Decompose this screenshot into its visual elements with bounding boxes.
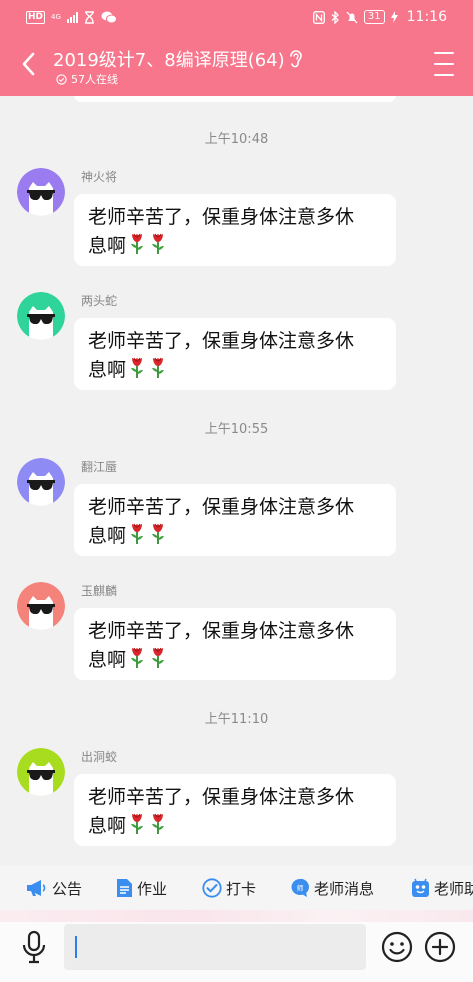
cat-sunglasses-avatar-icon — [17, 582, 65, 630]
message-text-line2: 息啊 — [88, 525, 127, 547]
avatar[interactable] — [17, 292, 65, 340]
decorative-band — [0, 910, 473, 922]
teacher-assistant-icon — [412, 878, 429, 897]
sender-name: 两头蛇 — [81, 294, 118, 308]
message-text-line2: 息啊 — [88, 815, 127, 837]
teacher-message-button[interactable]: 师 老师消息 — [290, 866, 374, 910]
checkin-label: 打卡 — [226, 879, 257, 898]
mute-bell-icon — [346, 11, 358, 23]
message-bubble[interactable]: 老师辛苦了，保重身体注意多休 息啊 — [74, 194, 396, 266]
wechat-icon — [101, 11, 117, 23]
message-item: 玉麒麟 老师辛苦了，保重身体注意多休 息啊 — [0, 582, 473, 700]
battery-icon: 31 — [363, 10, 385, 24]
header: HD 4G 31 11:16 2019级计7、8编译原理(64) 57人在线 — [0, 0, 473, 96]
sender-name: 翻江蜃 — [81, 460, 118, 474]
message-bubble[interactable]: 老师辛苦了，保重身体注意多休 息啊 — [74, 774, 396, 846]
homework-label: 作业 — [137, 879, 168, 898]
checkin-button[interactable]: 打卡 — [202, 866, 256, 910]
sender-name: 神火将 — [81, 170, 118, 184]
previous-message-bubble — [74, 96, 396, 102]
group-title: 2019级计7、8编译原理(64) — [53, 50, 285, 71]
avatar[interactable] — [17, 748, 65, 796]
avatar[interactable] — [17, 582, 65, 630]
message-input[interactable] — [64, 924, 366, 970]
message-bubble[interactable]: 老师辛苦了，保重身体注意多休 息啊 — [74, 318, 396, 390]
time-separator: 上午10:48 — [204, 132, 269, 147]
announcement-button[interactable]: 公告 — [26, 866, 82, 910]
homework-button[interactable]: 作业 — [116, 866, 167, 910]
message-text-line2: 息啊 — [88, 359, 127, 381]
chat-list[interactable]: 上午10:48 神火将 老师辛苦了，保重身体注意多休 息啊 两头蛇 老师辛苦了，… — [0, 96, 473, 866]
cat-sunglasses-avatar-icon — [17, 458, 65, 506]
rose-icon — [126, 233, 168, 257]
menu-button[interactable] — [434, 52, 460, 76]
message-item: 翻江蜃 老师辛苦了，保重身体注意多休 息啊 — [0, 458, 473, 576]
time-separator: 上午10:55 — [204, 422, 269, 437]
rose-icon — [126, 357, 168, 381]
voice-button[interactable] — [20, 930, 48, 964]
svg-text:师: 师 — [297, 884, 304, 893]
megaphone-icon — [27, 880, 46, 896]
message-text-line2: 息啊 — [88, 649, 127, 671]
message-text: 老师辛苦了，保重身体注意多休 — [88, 620, 355, 642]
status-bar-left: HD 4G — [26, 10, 117, 24]
rose-icon — [126, 813, 168, 837]
message-text: 老师辛苦了，保重身体注意多休 — [88, 330, 355, 352]
online-status-icon — [56, 73, 67, 85]
status-bar: HD 4G 31 11:16 — [0, 0, 473, 34]
bluetooth-icon — [331, 10, 339, 24]
input-bar — [0, 910, 473, 982]
rose-icon — [126, 523, 168, 547]
message-text: 老师辛苦了，保重身体注意多休 — [88, 206, 355, 228]
time-separator: 上午11:10 — [204, 712, 269, 727]
hd-badge: HD — [26, 10, 46, 24]
cat-sunglasses-avatar-icon — [17, 168, 65, 216]
teacher-message-icon: 师 — [291, 878, 309, 897]
message-text: 老师辛苦了，保重身体注意多休 — [88, 786, 355, 808]
sender-name: 出洞蛟 — [81, 750, 118, 764]
quick-action-bar: 公告 作业 打卡 师 老师消息 老师助 — [0, 866, 473, 910]
network-type: 4G — [51, 12, 61, 21]
teacher-message-label: 老师消息 — [314, 879, 375, 898]
message-item: 神火将 老师辛苦了，保重身体注意多休 息啊 — [0, 168, 473, 286]
sender-name: 玉麒麟 — [81, 584, 118, 598]
status-bar-right: 31 11:16 — [312, 9, 447, 25]
rose-icon — [126, 647, 168, 671]
signal-icon — [66, 11, 78, 23]
microphone-icon — [22, 930, 46, 964]
text-cursor — [75, 936, 77, 958]
teacher-assistant-label: 老师助 — [434, 879, 473, 898]
online-count: 57人在线 — [56, 71, 118, 87]
message-bubble[interactable]: 老师辛苦了，保重身体注意多休 息啊 — [74, 608, 396, 680]
back-button[interactable] — [14, 48, 42, 80]
clock-time: 11:16 — [406, 9, 447, 25]
document-icon — [117, 879, 132, 897]
cat-sunglasses-avatar-icon — [17, 292, 65, 340]
hourglass-icon — [84, 10, 94, 24]
checkin-icon — [202, 878, 222, 898]
message-text: 老师辛苦了，保重身体注意多休 — [88, 496, 355, 518]
online-count-label: 57人在线 — [71, 73, 118, 86]
announcement-label: 公告 — [52, 879, 83, 898]
nfc-icon — [312, 10, 325, 24]
cat-sunglasses-avatar-icon — [17, 748, 65, 796]
emoji-button[interactable] — [381, 931, 413, 963]
teacher-assistant-button[interactable]: 老师助 — [411, 866, 473, 910]
message-item: 出洞蛟 老师辛苦了，保重身体注意多休 息啊 — [0, 748, 473, 866]
more-button[interactable] — [424, 931, 456, 963]
plus-circle-icon — [424, 931, 456, 963]
hamburger-menu-icon — [434, 52, 454, 54]
message-text-line2: 息啊 — [88, 235, 127, 257]
message-bubble[interactable]: 老师辛苦了，保重身体注意多休 息啊 — [74, 484, 396, 556]
avatar[interactable] — [17, 458, 65, 506]
network-label: 4G — [51, 12, 61, 21]
message-item: 两头蛇 老师辛苦了，保重身体注意多休 息啊 — [0, 292, 473, 410]
ear-icon[interactable] — [286, 47, 306, 69]
avatar[interactable] — [17, 168, 65, 216]
chevron-left-icon — [22, 52, 35, 76]
emoji-icon — [381, 931, 413, 963]
charging-icon — [390, 11, 398, 23]
title-bar: 2019级计7、8编译原理(64) 57人在线 — [0, 34, 473, 96]
chat-screen: HD 4G 31 11:16 2019级计7、8编译原理(64) 57人在线 上… — [0, 0, 473, 982]
